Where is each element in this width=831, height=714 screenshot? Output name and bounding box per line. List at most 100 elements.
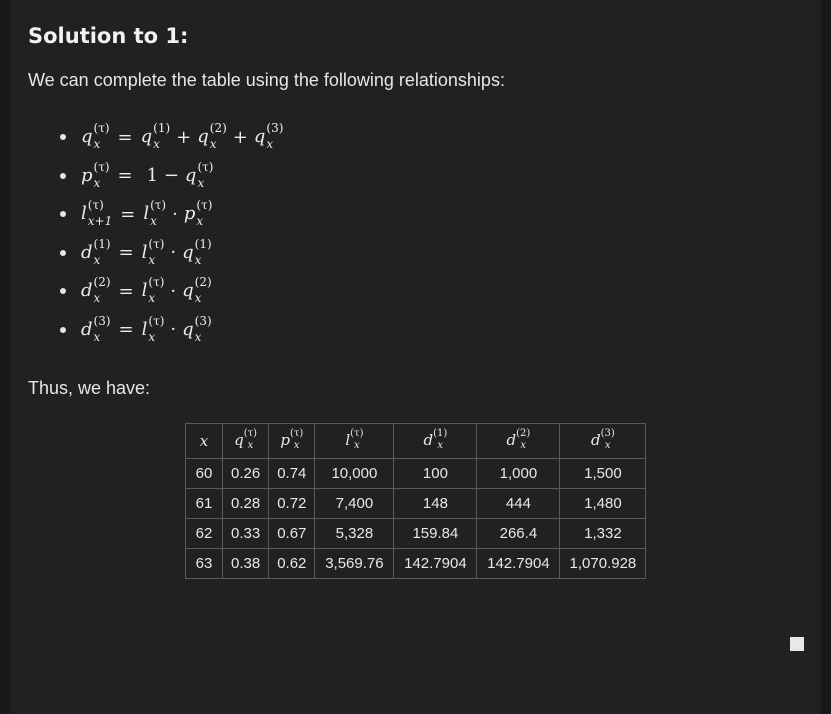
math-symbol: d (3) x xyxy=(591,428,615,451)
results-table: x q (τ) x p (τ) x l (τ) x d (1) x d (2) x d (3) x 60 0.26 0.… xyxy=(185,423,647,579)
formula-item: q (τ) x = q (1) x + q (2) x + q (3) x xyxy=(60,118,283,157)
table-cell: 0.67 xyxy=(268,518,316,549)
formula-item: l (τ) x+1 = l (τ) x · p (τ) x xyxy=(60,195,283,234)
table-cell: 1,070.928 xyxy=(559,548,647,579)
table-cell: 444 xyxy=(476,488,561,519)
table-cell: 0.62 xyxy=(268,548,316,579)
formula-list: q (τ) x = q (1) x + q (2) x + q (3) x p (τ) x = 1 − q (τ) x l (τ… xyxy=(60,118,283,349)
table-cell: 60 xyxy=(185,458,223,489)
equals-sign: = xyxy=(118,242,134,264)
column-header: d (1) x xyxy=(393,423,478,459)
math-symbol: x xyxy=(199,432,209,450)
math-symbol: d (3) x xyxy=(81,313,111,344)
math-symbol: q (τ) x xyxy=(184,159,214,190)
bullet-icon xyxy=(60,134,66,141)
table-cell: 0.72 xyxy=(268,488,316,519)
table-cell: 5,328 xyxy=(314,518,395,549)
table-cell: 7,400 xyxy=(314,488,395,519)
column-header: d (2) x xyxy=(476,423,561,459)
thus-text: Thus, we have: xyxy=(28,378,151,398)
right-gutter xyxy=(821,0,831,714)
bullet-icon xyxy=(60,288,66,295)
table-cell: 142.7904 xyxy=(393,548,478,579)
intro-text: We can complete the table using the foll… xyxy=(28,70,505,90)
math-symbol: q (1) x xyxy=(182,236,212,267)
table-row: 63 0.38 0.62 3,569.76 142.7904 142.7904 1,070.… xyxy=(185,548,647,579)
table-row: 60 0.26 0.74 10,000 100 1,000 1,500 xyxy=(185,458,647,489)
math-symbol: p (τ) x xyxy=(183,198,213,229)
math-symbol: p (τ) x xyxy=(280,428,304,451)
column-header: l (τ) x xyxy=(314,423,395,459)
math-symbol: d (1) x xyxy=(423,428,448,451)
table-cell: 266.4 xyxy=(476,518,561,549)
bullet-icon xyxy=(60,249,66,256)
math-symbol: l (τ) x xyxy=(141,236,165,267)
equals-sign: = xyxy=(117,165,133,187)
math-symbol: q (2) x xyxy=(197,121,227,152)
table-cell: 0.38 xyxy=(221,548,270,579)
table-cell: 61 xyxy=(185,488,223,519)
content-panel xyxy=(10,0,821,714)
table-cell: 0.26 xyxy=(221,458,270,489)
table-cell: 100 xyxy=(393,458,478,489)
table-row: 61 0.28 0.72 7,400 148 444 1,480 xyxy=(185,488,647,519)
formula-item: d (2) x = l (τ) x · q (2) x xyxy=(60,272,283,311)
bullet-icon xyxy=(60,172,66,179)
formula-item: d (1) x = l (τ) x · q (1) x xyxy=(60,234,283,273)
operator: · xyxy=(170,242,177,264)
math-symbol: d (1) x xyxy=(81,236,111,267)
equals-sign: = xyxy=(120,203,136,225)
table-cell: 142.7904 xyxy=(476,548,561,579)
equals-sign: = xyxy=(118,280,134,302)
table-cell: 1,500 xyxy=(559,458,647,489)
math-symbol: l (τ) x+1 xyxy=(81,198,113,229)
operator: + xyxy=(176,126,192,148)
solution-heading: Solution to 1: xyxy=(28,24,189,48)
math-symbol: d (2) x xyxy=(506,428,531,451)
bullet-icon xyxy=(60,211,66,218)
operator: · xyxy=(170,319,177,341)
column-header: p (τ) x xyxy=(268,423,316,459)
stop-square-icon[interactable] xyxy=(790,637,804,651)
math-symbol: q (1) x xyxy=(140,121,171,152)
bullet-icon xyxy=(60,326,66,333)
left-gutter xyxy=(0,0,10,714)
math-symbol: q (3) x xyxy=(253,121,284,152)
table-cell: 0.33 xyxy=(221,518,270,549)
math-symbol: l (τ) x xyxy=(141,313,165,344)
table-cell: 1,000 xyxy=(476,458,561,489)
table-cell: 148 xyxy=(393,488,478,519)
math-symbol: l (τ) x xyxy=(141,275,165,306)
math-symbol: q (τ) x xyxy=(81,121,110,152)
table-cell: 10,000 xyxy=(314,458,395,489)
operator: + xyxy=(232,126,248,148)
table-cell: 62 xyxy=(185,518,223,549)
table-cell: 63 xyxy=(185,548,223,579)
column-header: x xyxy=(185,423,223,459)
equals-sign: = xyxy=(117,126,133,148)
table-cell: 0.28 xyxy=(221,488,270,519)
math-symbol: q (3) x xyxy=(182,313,212,344)
table-cell: 1,480 xyxy=(559,488,647,519)
table-header-row: x q (τ) x p (τ) x l (τ) x d (1) x d (2) x d (3) x xyxy=(185,423,647,459)
math-symbol: q (τ) x xyxy=(234,428,258,451)
math-symbol: l (τ) x xyxy=(143,198,167,229)
table-cell: 0.74 xyxy=(268,458,316,489)
table-cell: 159.84 xyxy=(393,518,478,549)
operator: 1 − xyxy=(146,165,179,187)
formula-item: p (τ) x = 1 − q (τ) x xyxy=(60,157,283,196)
math-symbol: q (2) x xyxy=(182,275,212,306)
column-header: d (3) x xyxy=(559,423,647,459)
column-header: q (τ) x xyxy=(221,423,270,459)
table-cell: 3,569.76 xyxy=(314,548,395,579)
table-row: 62 0.33 0.67 5,328 159.84 266.4 1,332 xyxy=(185,518,647,549)
table-body: 60 0.26 0.74 10,000 100 1,000 1,500 61 0.28 0.72 7… xyxy=(185,458,647,579)
math-symbol: d (2) x xyxy=(81,275,111,306)
math-symbol: l (τ) x xyxy=(345,428,364,451)
math-symbol: p (τ) x xyxy=(81,159,110,190)
operator: · xyxy=(170,280,177,302)
operator: · xyxy=(172,203,178,225)
formula-item: d (3) x = l (τ) x · q (3) x xyxy=(60,311,283,350)
table-cell: 1,332 xyxy=(559,518,647,549)
equals-sign: = xyxy=(118,319,134,341)
